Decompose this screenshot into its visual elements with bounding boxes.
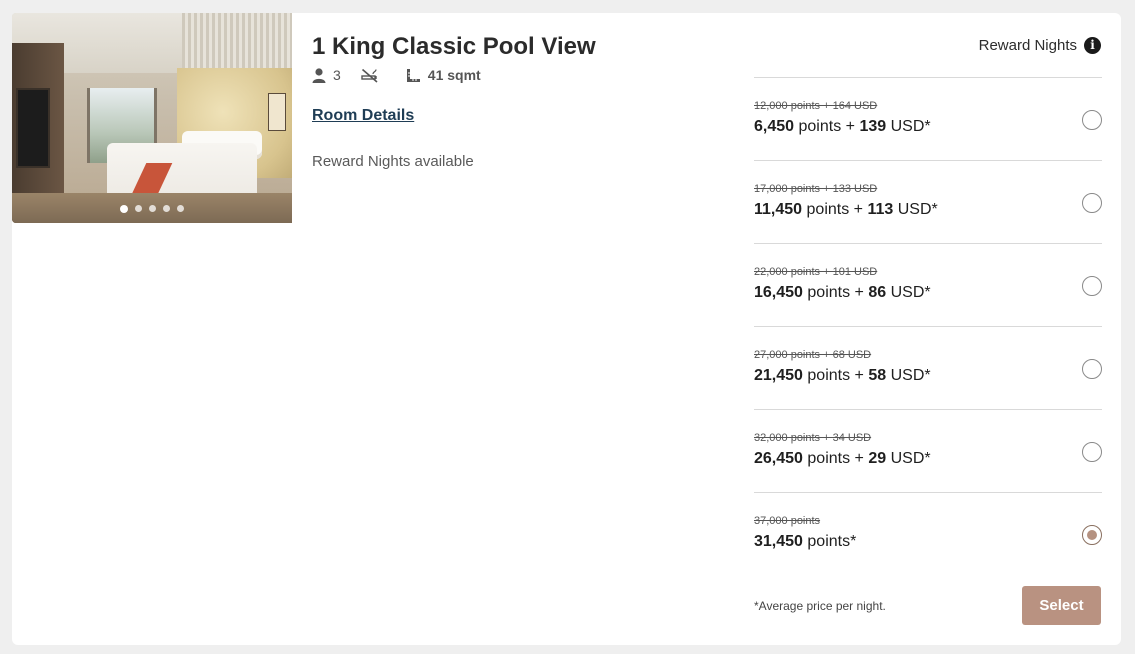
rate-radio[interactable]	[1082, 110, 1102, 130]
rate-option[interactable]: 12,000 points + 164 USD 6,450 points + 1…	[754, 77, 1102, 160]
rate-option[interactable]: 17,000 points + 133 USD 11,450 points + …	[754, 160, 1102, 243]
discounted-price: 21,450 points + 58 USD*	[754, 367, 931, 384]
room-size: 41 sqmt	[427, 67, 481, 83]
discounted-price: 26,450 points + 29 USD*	[754, 450, 931, 467]
reward-nights-header: Reward Nights i	[979, 37, 1101, 54]
carousel-dots[interactable]	[12, 204, 292, 213]
room-amenities: 3 41 sqmt	[312, 67, 501, 83]
rate-radio[interactable]	[1082, 276, 1102, 296]
guests-amenity: 3	[312, 67, 341, 83]
rate-option[interactable]: 32,000 points + 34 USD 26,450 points + 2…	[754, 409, 1102, 492]
discounted-price: 16,450 points + 86 USD*	[754, 284, 931, 301]
original-price: 12,000 points + 164 USD	[754, 100, 878, 112]
carousel-dot[interactable]	[163, 205, 170, 212]
non-smoking-amenity	[361, 68, 386, 83]
room-photo[interactable]	[12, 13, 292, 223]
carousel-dot[interactable]	[177, 205, 184, 212]
select-button[interactable]: Select	[1022, 586, 1101, 625]
room-details-link[interactable]: Room Details	[312, 107, 414, 125]
rate-option[interactable]: 37,000 points 31,450 points*	[754, 492, 1102, 575]
original-price: 22,000 points + 101 USD	[754, 266, 878, 278]
original-price: 27,000 points + 68 USD	[754, 349, 872, 361]
rate-radio[interactable]	[1082, 359, 1102, 379]
rate-radio[interactable]	[1082, 193, 1102, 213]
room-title: 1 King Classic Pool View	[312, 33, 596, 60]
guest-count: 3	[333, 67, 341, 83]
reward-nights-label: Reward Nights	[978, 37, 1077, 54]
original-price: 17,000 points + 133 USD	[754, 183, 878, 195]
discounted-price: 6,450 points + 139 USD*	[754, 118, 931, 135]
availability-text: Reward Nights available	[312, 153, 474, 170]
carousel-dot[interactable]	[135, 205, 142, 212]
rate-option[interactable]: 22,000 points + 101 USD 16,450 points + …	[754, 243, 1102, 326]
original-price: 32,000 points + 34 USD	[754, 432, 872, 444]
carousel-dot[interactable]	[149, 205, 156, 212]
rate-radio-selected[interactable]	[1082, 525, 1102, 545]
original-price: 37,000 points	[754, 515, 821, 527]
info-icon[interactable]: i	[1084, 37, 1101, 54]
discounted-price: 11,450 points + 113 USD*	[754, 201, 938, 218]
room-size-amenity: 41 sqmt	[406, 67, 481, 83]
carousel-dot[interactable]	[120, 204, 128, 213]
room-card: 1 King Classic Pool View 3 41 sqmt Room …	[12, 13, 1121, 645]
rate-radio[interactable]	[1082, 442, 1102, 462]
no-smoking-icon	[361, 68, 378, 83]
ruler-icon	[406, 68, 420, 82]
rate-option[interactable]: 27,000 points + 68 USD 21,450 points + 5…	[754, 326, 1102, 409]
person-icon	[312, 67, 326, 83]
price-footnote: *Average price per night.	[754, 599, 886, 613]
rate-options: 12,000 points + 164 USD 6,450 points + 1…	[754, 77, 1102, 575]
discounted-price: 31,450 points*	[754, 533, 857, 550]
